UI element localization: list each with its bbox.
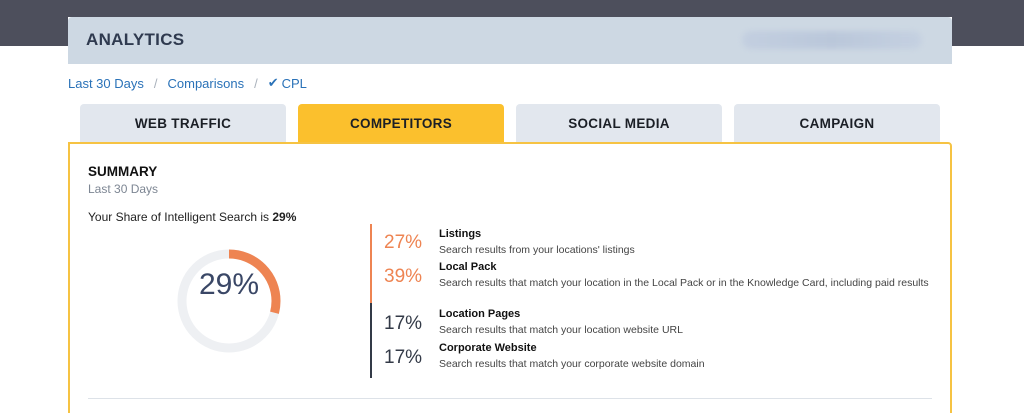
breakdown-color-bar: [370, 224, 372, 259]
breakdown-percent: 27%: [384, 232, 423, 253]
tab-social-media[interactable]: SOCIAL MEDIA: [516, 104, 722, 142]
breakdown-description: Search results that match your location …: [439, 277, 929, 289]
tab-campaign[interactable]: CAMPAIGN: [734, 104, 940, 142]
breadcrumb-separator: /: [153, 75, 158, 91]
breadcrumb-separator: /: [254, 75, 258, 91]
breadcrumb-comparisons[interactable]: Comparisons: [168, 76, 245, 91]
share-of-search-text: Your Share of Intelligent Search is 29%: [88, 210, 296, 224]
check-icon: ✔: [267, 75, 279, 90]
redacted-account-info: [742, 31, 922, 49]
breakdown-title: Local Pack: [439, 261, 497, 273]
breakdown-description: Search results that match your corporate…: [439, 358, 705, 370]
breadcrumb-cpl[interactable]: CPL: [282, 76, 307, 91]
breakdown-title: Corporate Website: [439, 342, 537, 354]
donut-percent-label: 29%: [198, 268, 260, 301]
breadcrumb-last-30-days[interactable]: Last 30 Days: [68, 76, 144, 91]
tab-bar: WEB TRAFFIC COMPETITORS SOCIAL MEDIA CAM…: [80, 104, 940, 142]
tab-web-traffic[interactable]: WEB TRAFFIC: [80, 104, 286, 142]
breakdown-percent: 17%: [384, 313, 423, 334]
tab-competitors[interactable]: COMPETITORS: [298, 104, 504, 142]
breakdown-color-bar: [370, 336, 372, 378]
search-breakdown-list: 27% Listings Search results from your lo…: [370, 224, 930, 378]
panel-header: ANALYTICS: [68, 17, 952, 64]
breadcrumb: Last 30 Days / Comparisons / ✔ CPL: [68, 75, 307, 91]
summary-date-range: Last 30 Days: [88, 182, 159, 196]
competitors-content: SUMMARY Last 30 Days Your Share of Intel…: [68, 142, 952, 413]
section-divider: [88, 398, 932, 399]
breakdown-title: Listings: [439, 228, 482, 240]
share-label: Your Share of Intelligent Search is: [88, 210, 273, 224]
breakdown-percent: 17%: [384, 347, 423, 368]
breakdown-color-bar: [370, 259, 372, 306]
breakdown-description: Search results that match your location …: [439, 324, 683, 336]
share-value: 29%: [272, 210, 297, 224]
summary-title: SUMMARY: [88, 164, 158, 179]
breakdown-percent: 39%: [384, 266, 423, 287]
page-title: ANALYTICS: [86, 30, 185, 49]
breakdown-title: Location Pages: [439, 308, 521, 320]
breakdown-description: Search results from your locations' list…: [439, 244, 635, 256]
